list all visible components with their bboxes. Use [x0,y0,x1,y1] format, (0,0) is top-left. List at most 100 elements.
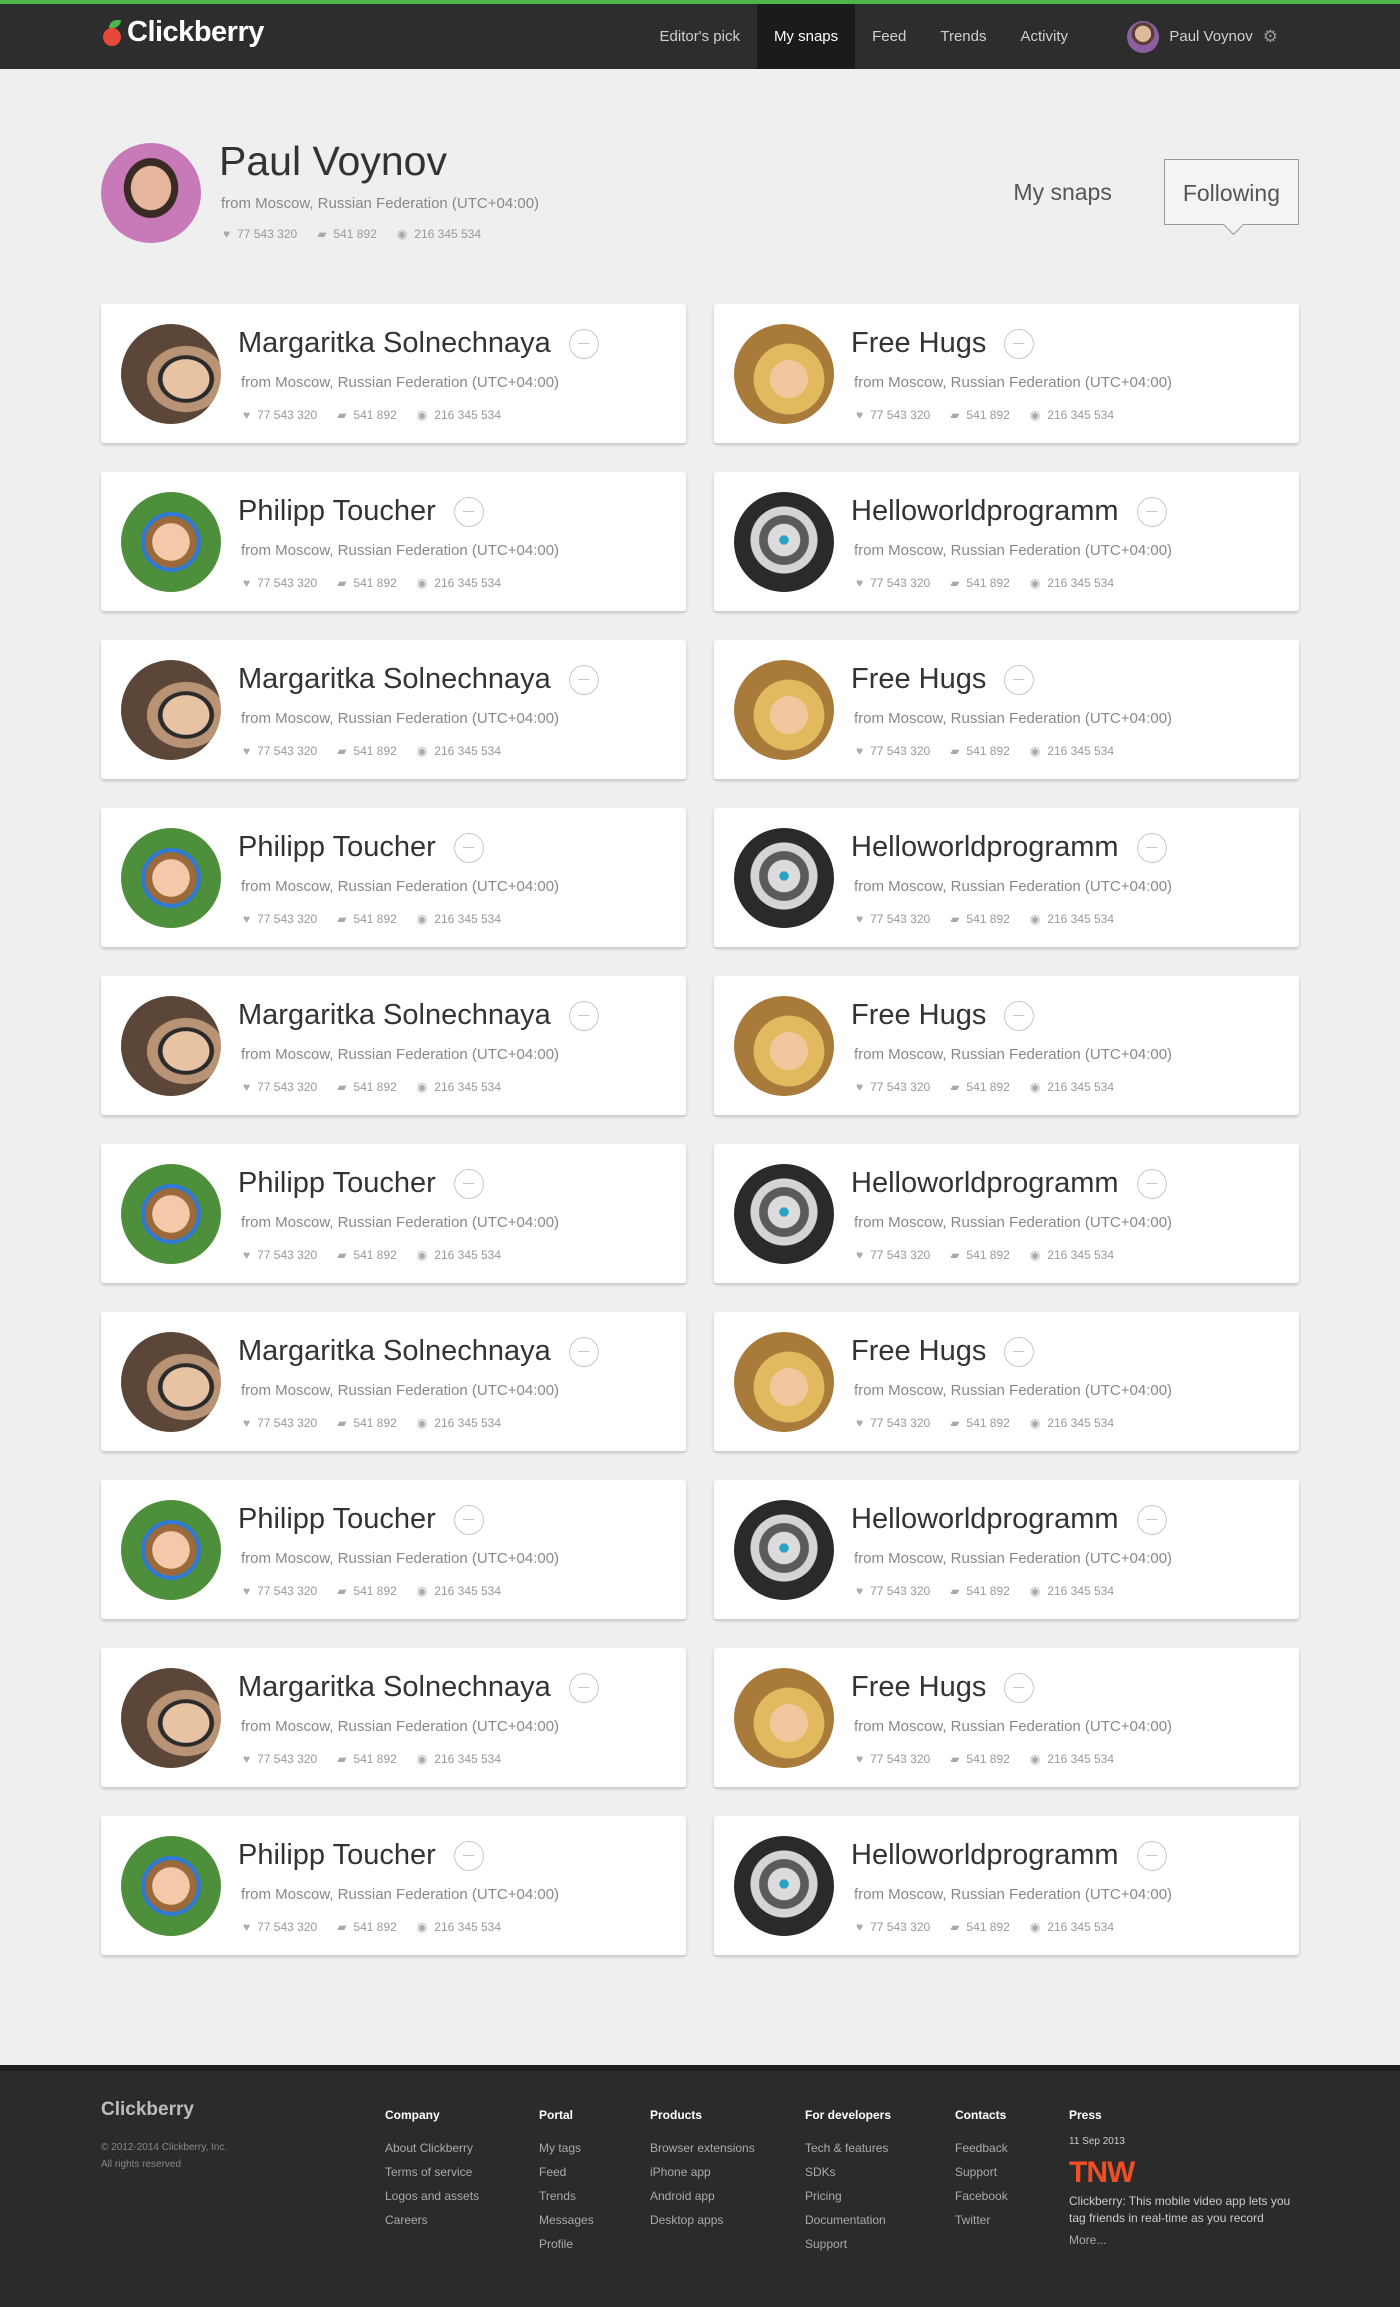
unfollow-button[interactable] [1136,1504,1167,1535]
footer-link-messages[interactable]: Messages [539,2208,594,2232]
user-avatar[interactable] [121,996,221,1096]
unfollow-button[interactable] [1004,1672,1035,1703]
unfollow-button[interactable] [1004,664,1035,695]
user-avatar[interactable] [121,1164,221,1264]
user-name[interactable]: Free Hugs [851,999,986,1032]
footer-link-pricing[interactable]: Pricing [805,2184,891,2208]
user-avatar[interactable] [734,996,834,1096]
press-more-link[interactable]: More... [1069,2233,1299,2247]
user-name[interactable]: Margaritka Solnechnaya [238,663,551,696]
footer-link-tech-features[interactable]: Tech & features [805,2136,891,2160]
nav-trends[interactable]: Trends [923,4,1003,69]
user-name[interactable]: Philipp Toucher [238,1839,436,1872]
unfollow-button[interactable] [568,1672,599,1703]
following-card[interactable]: Helloworldprogramm from Moscow, Russian F… [714,1144,1299,1283]
footer-link-terms[interactable]: Terms of service [385,2160,479,2184]
following-card[interactable]: Free Hugs from Moscow, Russian Federation… [714,640,1299,779]
user-avatar[interactable] [734,660,834,760]
following-card[interactable]: Helloworldprogramm from Moscow, Russian F… [714,1480,1299,1619]
footer-link-iphone-app[interactable]: iPhone app [650,2160,755,2184]
following-card[interactable]: Margaritka Solnechnaya from Moscow, Russi… [101,1648,686,1787]
unfollow-button[interactable] [568,1336,599,1367]
user-avatar[interactable] [734,492,834,592]
following-card[interactable]: Margaritka Solnechnaya from Moscow, Russi… [101,1312,686,1451]
user-name[interactable]: Philipp Toucher [238,831,436,864]
following-card[interactable]: Helloworldprogramm from Moscow, Russian F… [714,808,1299,947]
user-name[interactable]: Free Hugs [851,1671,986,1704]
user-name[interactable]: Philipp Toucher [238,1503,436,1536]
user-avatar[interactable] [734,828,834,928]
unfollow-button[interactable] [453,1168,484,1199]
gear-icon[interactable]: ⚙ [1263,27,1278,47]
following-card[interactable]: Free Hugs from Moscow, Russian Federation… [714,304,1299,443]
footer-link-feed[interactable]: Feed [539,2160,594,2184]
following-card[interactable]: Philipp Toucher from Moscow, Russian Fede… [101,808,686,947]
footer-link-my-tags[interactable]: My tags [539,2136,594,2160]
tnw-logo[interactable]: TNW [1069,2157,1299,2189]
following-card[interactable]: Free Hugs from Moscow, Russian Federation… [714,1312,1299,1451]
user-avatar[interactable] [121,492,221,592]
footer-link-careers[interactable]: Careers [385,2208,479,2232]
user-avatar[interactable] [734,1668,834,1768]
footer-link-feedback[interactable]: Feedback [955,2136,1008,2160]
footer-link-profile[interactable]: Profile [539,2232,594,2256]
following-card[interactable]: Helloworldprogramm from Moscow, Russian F… [714,472,1299,611]
user-avatar[interactable] [734,1500,834,1600]
footer-link-facebook[interactable]: Facebook [955,2184,1008,2208]
user-avatar[interactable] [121,660,221,760]
footer-link-support[interactable]: Support [955,2160,1008,2184]
following-card[interactable]: Margaritka Solnechnaya from Moscow, Russi… [101,304,686,443]
user-name[interactable]: Helloworldprogramm [851,1839,1119,1872]
user-name[interactable]: Margaritka Solnechnaya [238,1671,551,1704]
user-avatar[interactable] [734,1164,834,1264]
user-name[interactable]: Helloworldprogramm [851,1503,1119,1536]
user-avatar[interactable] [1127,20,1160,53]
press-headline[interactable]: Clickberry: This mobile video app lets y… [1069,2193,1299,2227]
unfollow-button[interactable] [1004,328,1035,359]
user-name[interactable]: Free Hugs [851,327,986,360]
user-avatar[interactable] [734,324,834,424]
footer-logo[interactable]: Clickberry [101,2099,194,2121]
following-card[interactable]: Free Hugs from Moscow, Russian Federation… [714,1648,1299,1787]
user-name[interactable]: Free Hugs [851,663,986,696]
unfollow-button[interactable] [1004,1336,1035,1367]
unfollow-button[interactable] [453,496,484,527]
nav-editors-pick[interactable]: Editor's pick [643,4,757,69]
user-menu[interactable]: Paul Voynov ⚙ [1127,4,1278,69]
footer-link-dev-support[interactable]: Support [805,2232,891,2256]
tab-following[interactable]: Following [1163,159,1299,225]
following-card[interactable]: Philipp Toucher from Moscow, Russian Fede… [101,472,686,611]
footer-link-desktop-apps[interactable]: Desktop apps [650,2208,755,2232]
following-card[interactable]: Philipp Toucher from Moscow, Russian Fede… [101,1480,686,1619]
nav-my-snaps[interactable]: My snaps [756,4,856,69]
footer-link-about[interactable]: About Clickberry [385,2136,479,2160]
unfollow-button[interactable] [1136,1840,1167,1871]
footer-link-logos[interactable]: Logos and assets [385,2184,479,2208]
user-name[interactable]: Paul Voynov [1169,28,1252,45]
unfollow-button[interactable] [568,1000,599,1031]
user-name[interactable]: Philipp Toucher [238,495,436,528]
following-card[interactable]: Helloworldprogramm from Moscow, Russian F… [714,1816,1299,1955]
footer-link-sdks[interactable]: SDKs [805,2160,891,2184]
footer-link-android-app[interactable]: Android app [650,2184,755,2208]
user-avatar[interactable] [121,324,221,424]
user-avatar[interactable] [734,1836,834,1936]
footer-link-documentation[interactable]: Documentation [805,2208,891,2232]
user-name[interactable]: Philipp Toucher [238,1167,436,1200]
user-avatar[interactable] [121,1668,221,1768]
nav-feed[interactable]: Feed [855,4,923,69]
user-name[interactable]: Free Hugs [851,1335,986,1368]
unfollow-button[interactable] [1004,1000,1035,1031]
user-avatar[interactable] [121,1332,221,1432]
footer-link-browser-extensions[interactable]: Browser extensions [650,2136,755,2160]
following-card[interactable]: Free Hugs from Moscow, Russian Federation… [714,976,1299,1115]
footer-link-twitter[interactable]: Twitter [955,2208,1008,2232]
following-card[interactable]: Philipp Toucher from Moscow, Russian Fede… [101,1816,686,1955]
user-name[interactable]: Margaritka Solnechnaya [238,1335,551,1368]
unfollow-button[interactable] [1136,832,1167,863]
following-card[interactable]: Margaritka Solnechnaya from Moscow, Russi… [101,976,686,1115]
footer-link-trends[interactable]: Trends [539,2184,594,2208]
user-name[interactable]: Helloworldprogramm [851,1167,1119,1200]
unfollow-button[interactable] [453,1840,484,1871]
unfollow-button[interactable] [453,832,484,863]
